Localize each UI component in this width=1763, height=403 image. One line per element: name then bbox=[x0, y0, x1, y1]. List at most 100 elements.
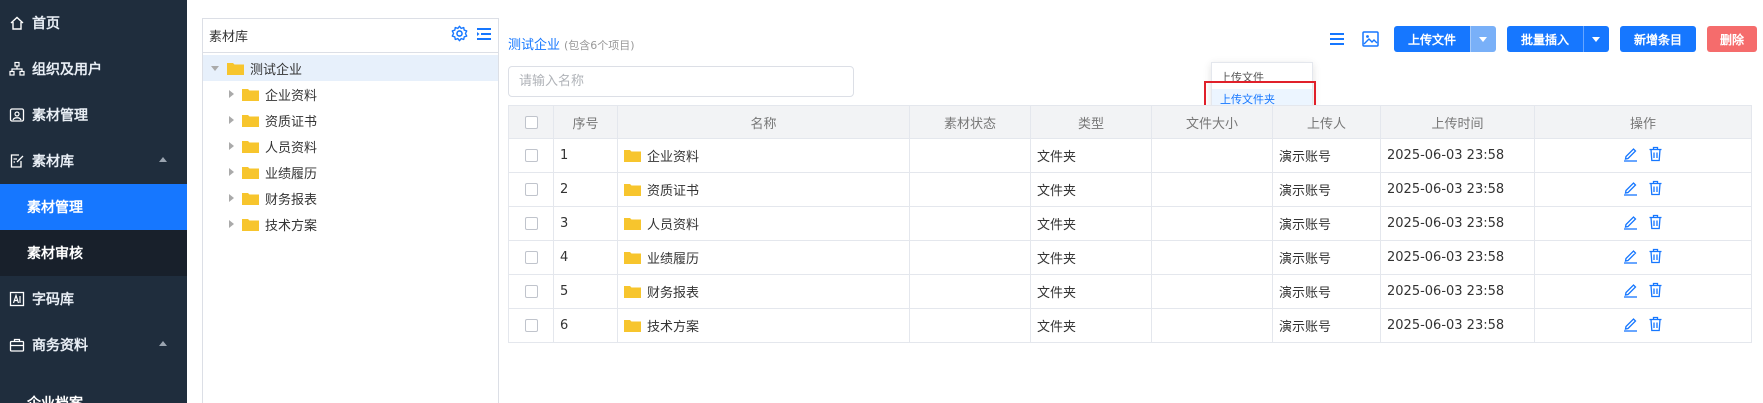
row-type: 文件夹 bbox=[1030, 172, 1152, 207]
table-row[interactable]: 3 人员资料 文件夹 演示账号 2025-06-03 23:58 bbox=[508, 206, 1752, 241]
trash-icon[interactable] bbox=[1648, 180, 1663, 200]
tree-node[interactable]: 业绩履历 bbox=[203, 159, 498, 185]
tree-node[interactable]: 企业资料 bbox=[203, 81, 498, 107]
tree-node-label: 资质证书 bbox=[265, 114, 318, 130]
column-header: 操作 bbox=[1534, 105, 1752, 139]
select-all-cell[interactable] bbox=[508, 105, 554, 139]
row-name-cell[interactable]: 技术方案 bbox=[617, 308, 910, 343]
toolbar: 上传文件 批量插入 新增条目 删除 bbox=[1326, 26, 1757, 52]
row-uploader: 演示账号 bbox=[1272, 172, 1381, 207]
upload-dropdown-toggle[interactable] bbox=[1469, 26, 1496, 52]
row-checkbox[interactable] bbox=[524, 183, 538, 196]
tree-node-label: 技术方案 bbox=[265, 218, 318, 234]
row-time: 2025-06-03 23:58 bbox=[1380, 308, 1535, 343]
trash-icon[interactable] bbox=[1648, 214, 1663, 234]
row-size bbox=[1151, 308, 1273, 343]
row-size bbox=[1151, 172, 1273, 207]
sidebar-item-label: 素材管理 bbox=[27, 200, 83, 216]
row-name-cell[interactable]: 企业资料 bbox=[617, 138, 910, 173]
folder-icon bbox=[227, 62, 244, 75]
table-row[interactable]: 1 企业资料 文件夹 演示账号 2025-06-03 23:58 bbox=[508, 138, 1752, 173]
row-status bbox=[909, 274, 1031, 309]
row-checkbox[interactable] bbox=[524, 319, 538, 332]
tree-node[interactable]: 财务报表 bbox=[203, 185, 498, 211]
trash-icon[interactable] bbox=[1648, 282, 1663, 302]
row-uploader: 演示账号 bbox=[1272, 138, 1381, 173]
chevron-down-icon bbox=[1592, 36, 1601, 42]
folder-icon bbox=[624, 286, 641, 298]
edit-icon[interactable] bbox=[1623, 180, 1638, 200]
sidebar-item-business-docs[interactable]: 商务资料 bbox=[0, 322, 187, 368]
row-time: 2025-06-03 23:58 bbox=[1380, 206, 1535, 241]
row-select-cell[interactable] bbox=[508, 138, 554, 173]
sidebar-subitem-material-manage[interactable]: 素材管理 bbox=[0, 184, 187, 230]
row-select-cell[interactable] bbox=[508, 240, 554, 275]
column-header: 素材状态 bbox=[909, 105, 1031, 139]
sidebar-item-home[interactable]: 首页 bbox=[0, 0, 187, 46]
row-name-cell[interactable]: 人员资料 bbox=[617, 206, 910, 241]
upload-button[interactable]: 上传文件 bbox=[1393, 26, 1470, 52]
expand-caret-icon[interactable] bbox=[229, 168, 234, 176]
tree-node[interactable]: 技术方案 bbox=[203, 211, 498, 237]
row-select-cell[interactable] bbox=[508, 172, 554, 207]
row-checkbox[interactable] bbox=[524, 251, 538, 264]
edit-icon[interactable] bbox=[1623, 146, 1638, 166]
sidebar-item-org[interactable]: 组织及用户 bbox=[0, 46, 187, 92]
row-checkbox[interactable] bbox=[524, 217, 538, 230]
row-number: 5 bbox=[553, 274, 618, 309]
sidebar-item-material-manage[interactable]: 素材管理 bbox=[0, 92, 187, 138]
list-view-icon[interactable] bbox=[1326, 28, 1348, 50]
row-status bbox=[909, 240, 1031, 275]
expand-caret-icon[interactable] bbox=[229, 142, 234, 150]
sidebar-item-font-library[interactable]: 字码库 bbox=[0, 276, 187, 322]
table-row[interactable]: 4 业绩履历 文件夹 演示账号 2025-06-03 23:58 bbox=[508, 240, 1752, 275]
sidebar-item-material-library[interactable]: 素材库 bbox=[0, 138, 187, 184]
column-header: 类型 bbox=[1030, 105, 1152, 139]
table-row[interactable]: 2 资质证书 文件夹 演示账号 2025-06-03 23:58 bbox=[508, 172, 1752, 207]
row-actions bbox=[1534, 240, 1752, 275]
trash-icon[interactable] bbox=[1648, 316, 1663, 336]
table-row[interactable]: 5 财务报表 文件夹 演示账号 2025-06-03 23:58 bbox=[508, 274, 1752, 309]
add-entry-button[interactable]: 新增条目 bbox=[1619, 26, 1696, 52]
tree-title: 素材库 bbox=[209, 30, 249, 45]
row-select-cell[interactable] bbox=[508, 206, 554, 241]
row-name-cell[interactable]: 业绩履历 bbox=[617, 240, 910, 275]
row-type: 文件夹 bbox=[1030, 274, 1152, 309]
image-view-icon[interactable] bbox=[1360, 28, 1382, 50]
tree-node-root[interactable]: 测试企业 bbox=[203, 55, 498, 81]
tree-node[interactable]: 资质证书 bbox=[203, 107, 498, 133]
search-input[interactable] bbox=[508, 66, 854, 97]
row-name-cell[interactable]: 资质证书 bbox=[617, 172, 910, 207]
edit-icon[interactable] bbox=[1623, 214, 1638, 234]
row-select-cell[interactable] bbox=[508, 274, 554, 309]
row-time: 2025-06-03 23:58 bbox=[1380, 274, 1535, 309]
row-checkbox[interactable] bbox=[524, 149, 538, 162]
expand-caret-icon[interactable] bbox=[211, 65, 219, 71]
row-checkbox[interactable] bbox=[524, 285, 538, 298]
expand-caret-icon[interactable] bbox=[229, 90, 234, 98]
delete-button[interactable]: 删除 bbox=[1706, 26, 1757, 52]
tree-menu-icon[interactable] bbox=[476, 27, 492, 45]
batch-insert-button[interactable]: 批量插入 bbox=[1506, 26, 1583, 52]
tree-node[interactable]: 人员资料 bbox=[203, 133, 498, 159]
trash-icon[interactable] bbox=[1648, 248, 1663, 268]
row-name-cell[interactable]: 财务报表 bbox=[617, 274, 910, 309]
edit-icon[interactable] bbox=[1623, 282, 1638, 302]
column-header: 上传人 bbox=[1272, 105, 1381, 139]
expand-caret-icon[interactable] bbox=[229, 194, 234, 202]
edit-icon[interactable] bbox=[1623, 316, 1638, 336]
gear-icon[interactable] bbox=[451, 25, 468, 46]
table-row[interactable]: 6 技术方案 文件夹 演示账号 2025-06-03 23:58 bbox=[508, 308, 1752, 343]
expand-caret-icon[interactable] bbox=[229, 116, 234, 124]
batch-dropdown-toggle[interactable] bbox=[1582, 26, 1609, 52]
breadcrumb-current[interactable]: 测试企业 bbox=[508, 34, 560, 53]
sidebar-subitem-material-review[interactable]: 素材审核 bbox=[0, 230, 187, 276]
row-type: 文件夹 bbox=[1030, 206, 1152, 241]
sidebar-subitem-enterprise-archive[interactable]: 企业档案 bbox=[27, 393, 83, 403]
trash-icon[interactable] bbox=[1648, 146, 1663, 166]
edit-icon[interactable] bbox=[1623, 248, 1638, 268]
expand-caret-icon[interactable] bbox=[229, 220, 234, 228]
row-select-cell[interactable] bbox=[508, 308, 554, 343]
select-all-checkbox[interactable] bbox=[524, 115, 538, 129]
folder-icon bbox=[242, 114, 259, 127]
